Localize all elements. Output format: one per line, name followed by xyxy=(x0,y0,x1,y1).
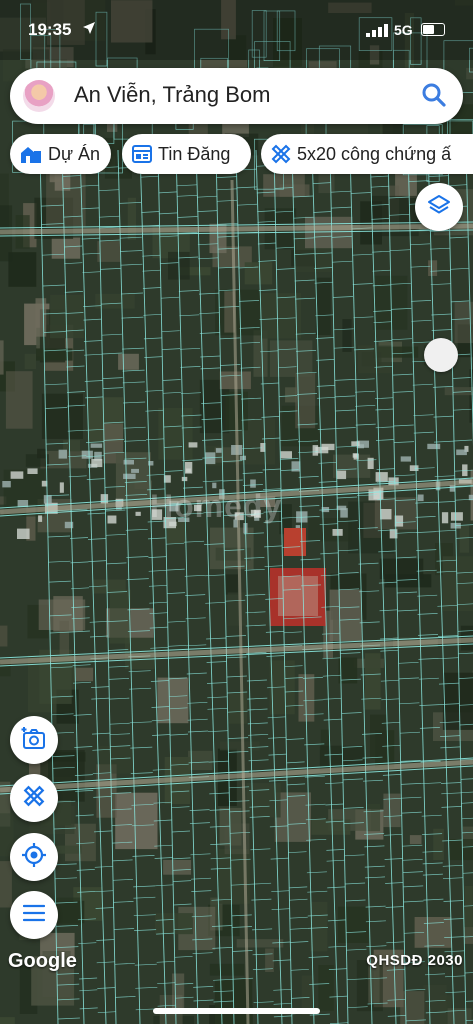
avatar[interactable] xyxy=(23,80,55,112)
layers-button[interactable] xyxy=(415,183,463,231)
chip-label: Dự Án xyxy=(48,143,101,164)
chip-label: Tin Đăng xyxy=(158,143,231,164)
home-building-icon xyxy=(20,144,42,164)
network-type: 5G xyxy=(394,22,413,38)
ruler-pencil-icon xyxy=(271,144,291,164)
battery-icon xyxy=(421,23,445,36)
signal-icon xyxy=(366,22,388,42)
layer-label: QHSDĐ 2030 xyxy=(366,952,463,969)
camera-add-button[interactable] xyxy=(10,716,58,764)
watermark: Homedy xyxy=(150,488,283,524)
chip-label: 5x20 công chứng ấ xyxy=(297,143,452,164)
status-bar: 19:35 5G xyxy=(0,0,473,60)
camera-plus-icon xyxy=(21,726,47,755)
map-handle[interactable] xyxy=(424,338,458,372)
search-query[interactable]: An Viễn, Trảng Bom xyxy=(74,82,271,108)
status-time: 19:35 xyxy=(28,20,72,39)
listing-card-icon xyxy=(132,145,152,163)
menu-icon xyxy=(22,904,46,927)
google-logo: Google xyxy=(8,950,77,972)
crosshair-icon xyxy=(21,842,47,873)
my-location-button[interactable] xyxy=(10,833,58,881)
ruler-pencil-icon xyxy=(23,785,45,812)
chip-tin-dang[interactable]: Tin Đăng xyxy=(122,134,251,174)
chip-measure[interactable]: 5x20 công chứng ấ xyxy=(261,134,473,174)
chip-du-an[interactable]: Dự Án xyxy=(10,134,111,174)
search-icon[interactable] xyxy=(421,82,447,113)
layers-icon xyxy=(427,193,451,222)
location-arrow-icon xyxy=(82,20,96,40)
menu-button[interactable] xyxy=(10,891,58,939)
measure-button[interactable] xyxy=(10,774,58,822)
home-indicator[interactable] xyxy=(153,1008,320,1014)
search-bar[interactable]: An Viễn, Trảng Bom xyxy=(10,68,463,124)
